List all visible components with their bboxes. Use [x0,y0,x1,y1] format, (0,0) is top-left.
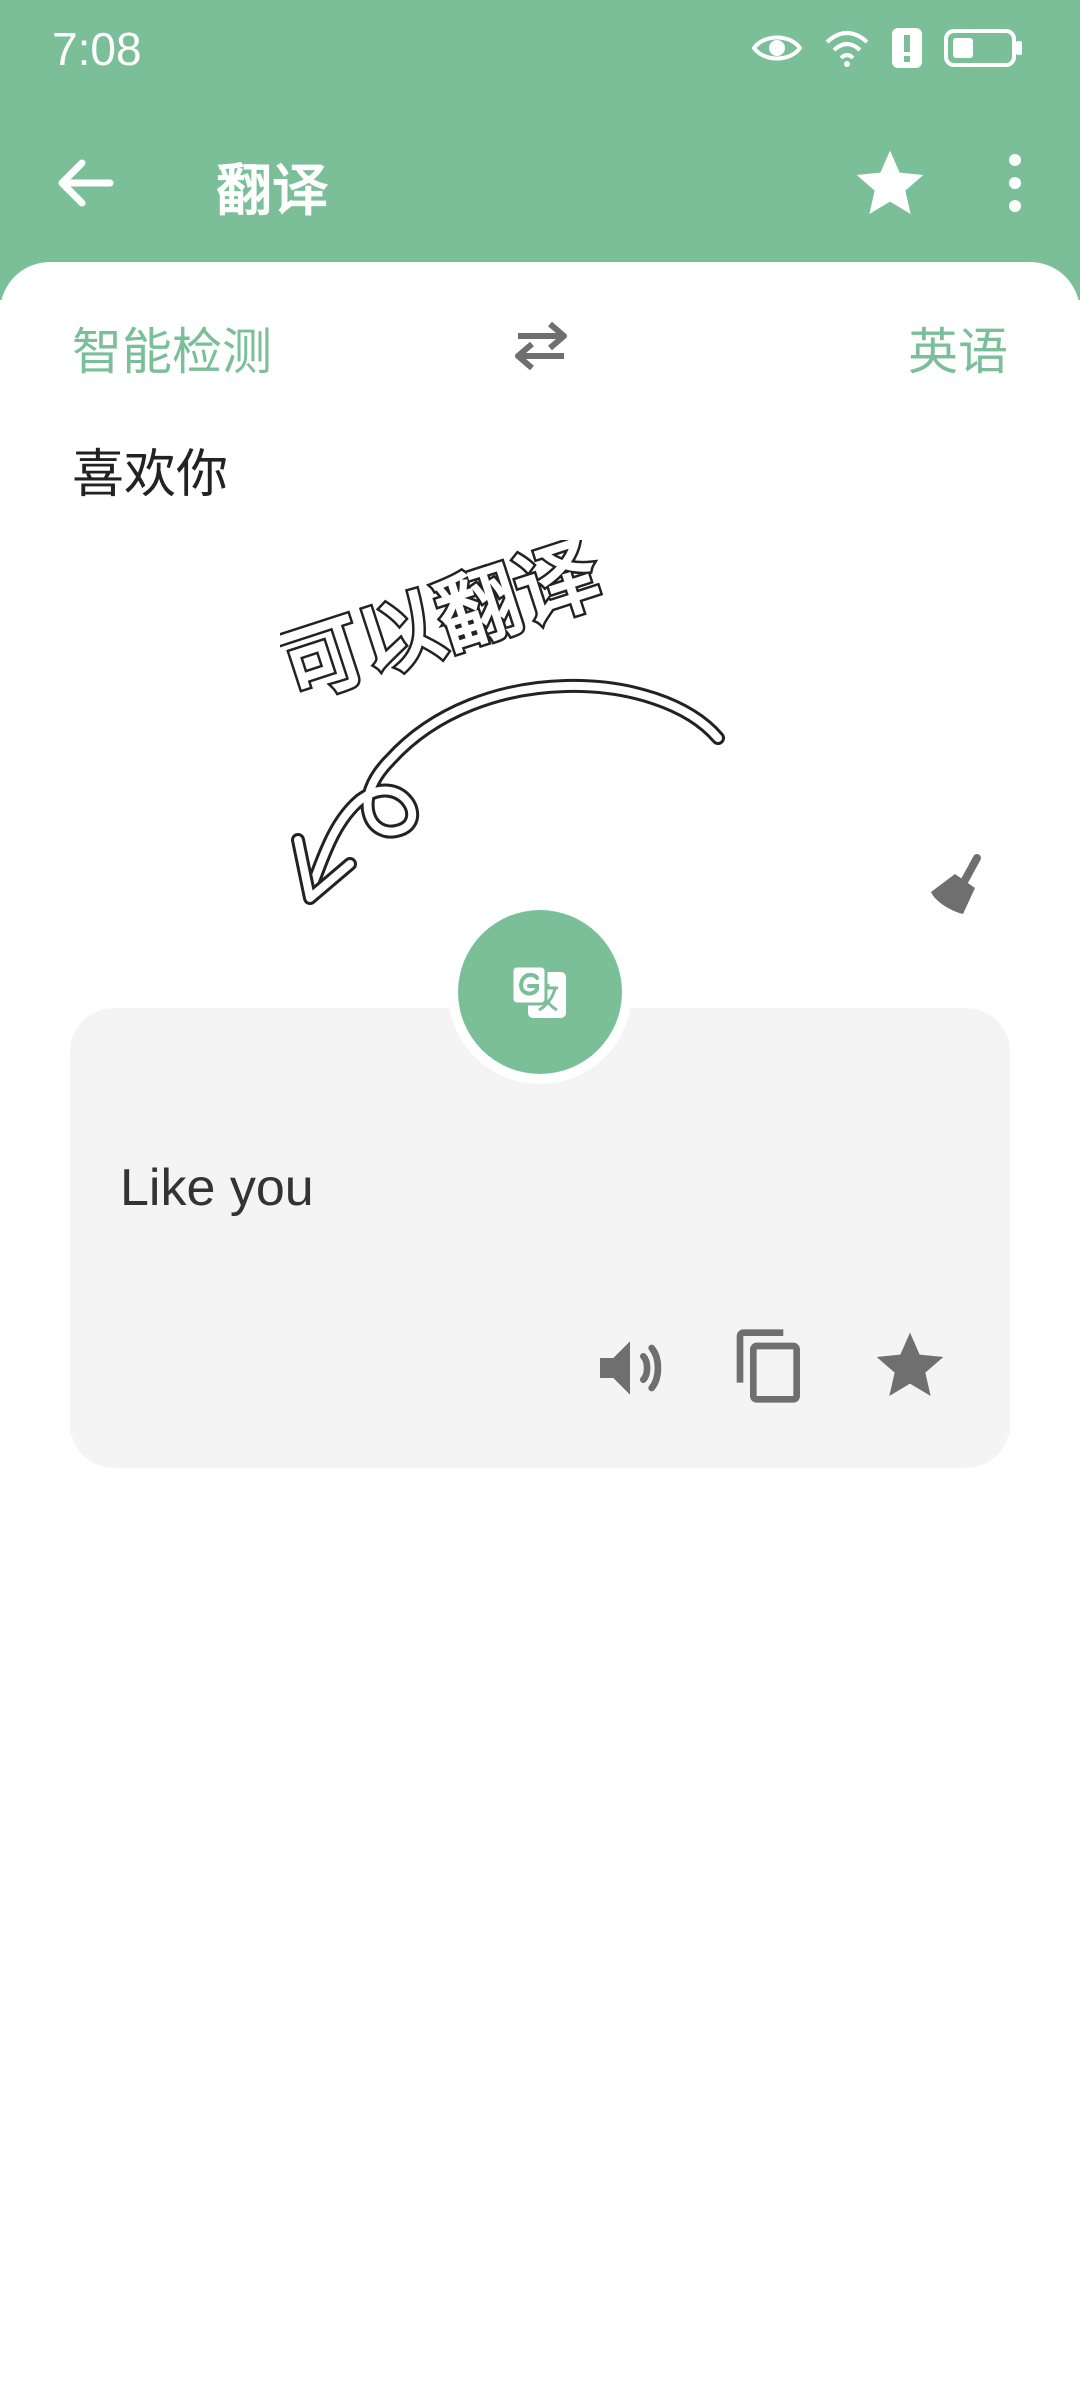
translate-icon [510,964,566,1018]
more-options-button[interactable] [990,148,1040,218]
speak-button[interactable] [590,1328,670,1408]
arrow-back-icon [58,159,114,207]
battery-icon [944,29,1024,71]
wifi-icon [824,28,870,72]
clear-input-button[interactable] [925,852,995,922]
status-bar: 7:08 [0,0,1080,100]
star-icon [876,1332,944,1396]
copy-icon [736,1329,800,1403]
star-icon [856,150,924,214]
swap-horiz-icon [515,321,567,371]
copy-button[interactable] [730,1326,810,1406]
favorite-button[interactable] [850,144,930,224]
status-icons [751,26,1024,74]
translate-button[interactable] [448,900,632,1084]
sticker-overlay: 可以翻译 [267,524,740,960]
translate-button-circle [458,910,622,1074]
source-text-input[interactable]: 喜欢你 [72,432,228,507]
back-button[interactable] [50,148,120,218]
page-title: 翻译 [216,159,328,224]
target-language-selector[interactable]: 英语 [908,312,1008,384]
app-bar: 翻译 [0,120,1080,240]
save-translation-button[interactable] [870,1326,950,1406]
more-vert-icon [1009,154,1021,212]
swap-languages-button[interactable] [510,318,572,374]
translation-result-text: Like you [120,1159,314,1217]
alert-icon [892,28,922,72]
eye-icon [751,30,803,70]
volume-icon [600,1341,662,1395]
source-language-selector[interactable]: 智能检测 [72,312,272,384]
status-time: 7:08 [52,23,142,75]
broom-icon [931,854,981,914]
